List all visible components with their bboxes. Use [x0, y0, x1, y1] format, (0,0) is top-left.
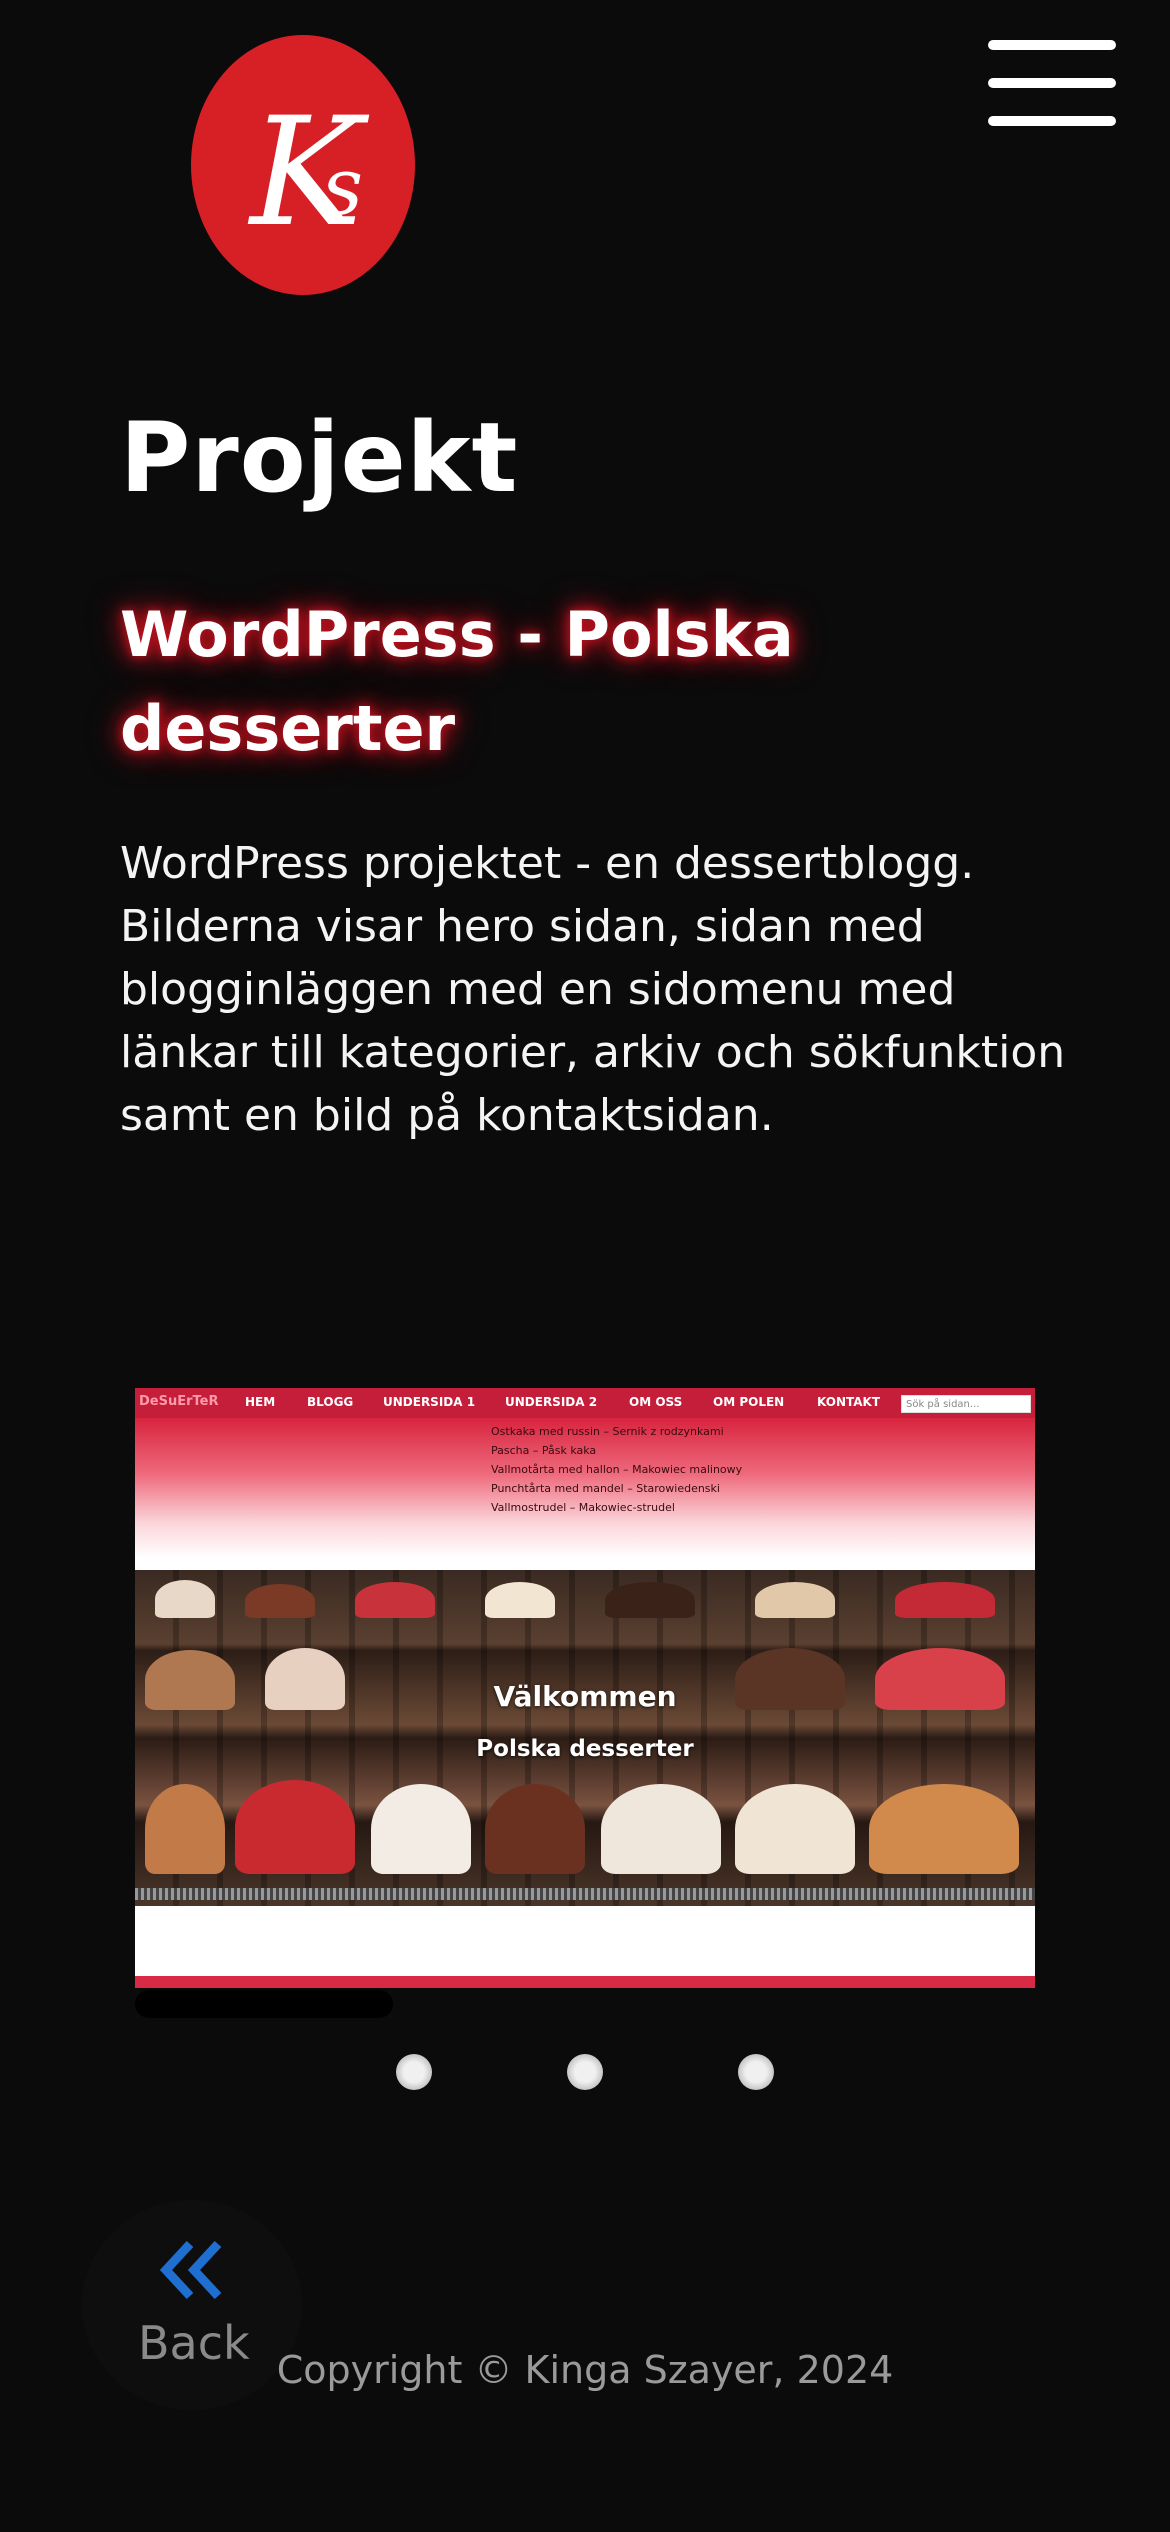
slider-dot[interactable] — [567, 2054, 603, 2090]
screenshot-dropdown-item: Punchtårta med mandel – Starowiedenski — [491, 1482, 720, 1495]
logo[interactable]: K s — [190, 34, 416, 296]
screenshot-nav-item: OM POLEN — [713, 1395, 785, 1409]
slider-dot[interactable] — [396, 2054, 432, 2090]
logo-letter-s: s — [322, 140, 363, 233]
copyright-text: Copyright © Kinga Szayer, 2024 — [276, 2348, 894, 2392]
screenshot-dropdown-item: Vallmostrudel – Makowiec-strudel — [491, 1501, 675, 1514]
screenshot-dropdown-item: Ostkaka med russin – Sernik z rodzynkami — [491, 1425, 724, 1438]
project-description: WordPress projektet - en dessertblogg. B… — [120, 838, 1066, 1141]
double-chevron-left-icon[interactable] — [160, 2238, 224, 2302]
screenshot-nav-item: HEM — [245, 1395, 276, 1409]
slider-dot[interactable] — [738, 2054, 774, 2090]
screenshot-hero-image: Välkommen Polska desserter — [135, 1570, 1035, 1906]
project-screenshot-slider[interactable]: DeSuErTeR HEM BLOGG UNDERSIDA 1 UNDERSID… — [135, 1388, 1035, 1988]
screenshot-nav-item: UNDERSIDA 1 — [383, 1395, 476, 1409]
page-title: Projekt — [120, 402, 519, 514]
screenshot-nav-item: KONTAKT — [817, 1395, 881, 1409]
hamburger-menu-icon[interactable] — [988, 40, 1116, 126]
screenshot-hero-title: Välkommen — [493, 1680, 677, 1713]
project-title: WordPress - Polska desserter — [120, 598, 794, 765]
screenshot-site-footer — [135, 1976, 1035, 1988]
screenshot-dropdown-item: Vallmotårta med hallon – Makowiec malino… — [491, 1463, 743, 1476]
screenshot-hero-rail — [135, 1888, 1035, 1900]
screenshot-site-nav: DeSuErTeR HEM BLOGG UNDERSIDA 1 UNDERSID… — [135, 1388, 1035, 1418]
screenshot-hero-subtitle: Polska desserter — [476, 1736, 694, 1762]
screenshot-dropdown: Ostkaka med russin – Sernik z rodzynkami… — [135, 1418, 1035, 1558]
screenshot-nav-item: OM OSS — [629, 1395, 683, 1409]
screenshot-search-input: Sök på sidan... — [901, 1395, 1031, 1413]
screenshot-site-brand: DeSuErTeR — [139, 1394, 219, 1409]
screenshot-nav-item: UNDERSIDA 2 — [505, 1395, 598, 1409]
screenshot-nav-item: BLOGG — [307, 1395, 354, 1409]
slider-scrollbar[interactable] — [135, 1990, 393, 2018]
screenshot-dropdown-item: Pascha – Påsk kaka — [491, 1444, 597, 1457]
